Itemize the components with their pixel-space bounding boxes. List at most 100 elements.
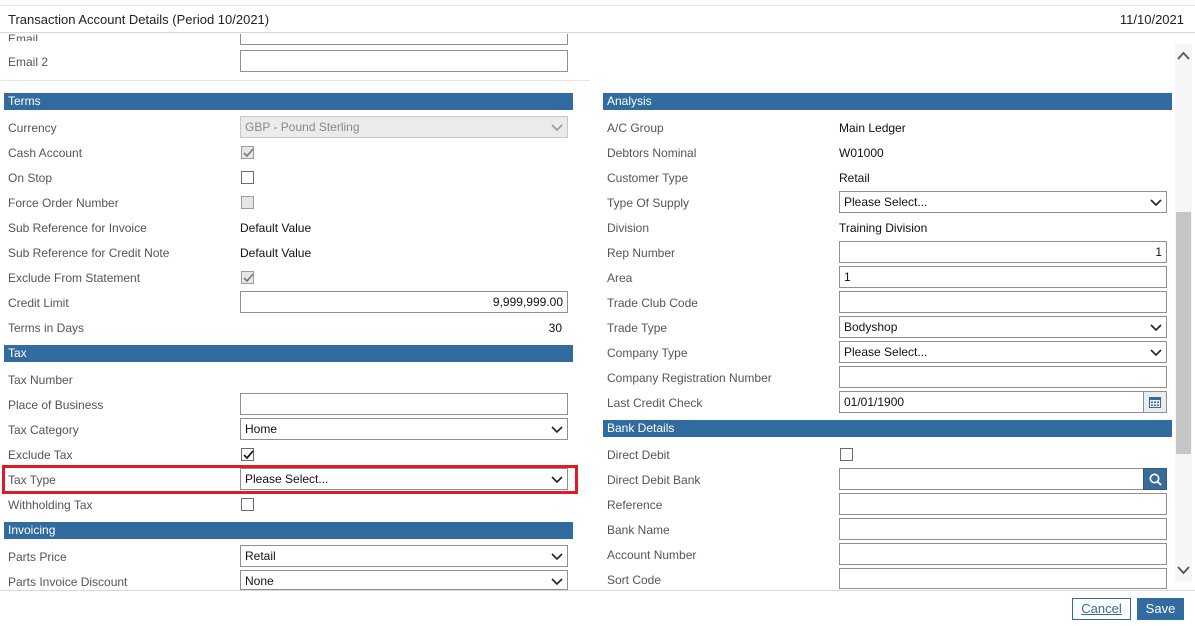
trade-type-value: Bodyshop <box>844 320 898 334</box>
chevron-down-icon <box>551 124 563 132</box>
place-business-label: Place of Business <box>8 398 104 412</box>
tax-category-value: Home <box>245 422 278 436</box>
parts-discount-select[interactable]: None <box>240 570 568 590</box>
email2-label: Email 2 <box>8 55 49 69</box>
dd-bank-search-button[interactable] <box>1143 468 1167 490</box>
on-stop-label: On Stop <box>8 171 53 185</box>
header-date: 11/10/2021 <box>1119 12 1184 27</box>
exclude-tax-checkbox[interactable] <box>241 448 254 461</box>
cancel-button[interactable]: Cancel <box>1072 598 1131 620</box>
email2-field[interactable] <box>240 50 568 72</box>
section-invoicing: Invoicing <box>4 522 573 539</box>
direct-debit-checkbox[interactable] <box>840 448 853 461</box>
credit-limit-field[interactable]: 9,999,999.00 <box>240 291 568 313</box>
trade-club-label: Trade Club Code <box>607 296 698 310</box>
scroll-up-icon[interactable] <box>1177 51 1190 61</box>
chevron-down-icon <box>1150 349 1162 357</box>
tax-type-label: Tax Type <box>8 473 56 487</box>
rep-label: Rep Number <box>607 246 676 260</box>
tax-category-select[interactable]: Home <box>240 418 568 440</box>
customer-type-label: Customer Type <box>607 171 689 185</box>
cash-account-label: Cash Account <box>8 146 83 160</box>
trade-type-label: Trade Type <box>607 321 668 335</box>
place-business-field[interactable] <box>240 393 568 415</box>
currency-label: Currency <box>8 121 57 135</box>
withholding-checkbox[interactable] <box>241 498 254 511</box>
save-button[interactable]: Save <box>1137 598 1184 620</box>
ac-group-value: Main Ledger <box>839 121 906 135</box>
withholding-label: Withholding Tax <box>8 498 93 512</box>
trade-club-field[interactable] <box>839 291 1167 313</box>
parts-price-select[interactable]: Retail <box>240 545 568 567</box>
dd-bank-field[interactable] <box>839 468 1144 490</box>
terms-days-label: Terms in Days <box>8 321 85 335</box>
account-number-label: Account Number <box>607 548 697 562</box>
sort-code-label: Sort Code <box>607 573 662 587</box>
chevron-down-icon <box>551 578 563 586</box>
company-type-select[interactable]: Please Select... <box>839 341 1167 363</box>
debtors-value: W01000 <box>839 146 884 160</box>
dialog-footer <box>0 590 1195 626</box>
company-reg-label: Company Registration Number <box>607 371 772 385</box>
account-number-field[interactable] <box>839 543 1167 565</box>
tax-type-value: Please Select... <box>245 472 329 486</box>
exclude-tax-label: Exclude Tax <box>8 448 73 462</box>
debtors-label: Debtors Nominal <box>607 146 697 160</box>
bank-name-field[interactable] <box>839 518 1167 540</box>
ac-group-label: A/C Group <box>607 121 664 135</box>
sub-ref-invoice-value: Default Value <box>240 221 312 235</box>
reference-field[interactable] <box>839 493 1167 515</box>
check-icon <box>243 273 254 283</box>
supply-label: Type Of Supply <box>607 196 690 210</box>
company-type-label: Company Type <box>607 346 688 360</box>
rep-field[interactable]: 1 <box>839 241 1167 263</box>
parts-price-label: Parts Price <box>8 550 67 564</box>
chevron-down-icon <box>1150 324 1162 332</box>
division-label: Division <box>607 221 650 235</box>
check-icon <box>243 148 254 158</box>
search-icon <box>1149 473 1162 486</box>
calendar-icon <box>1149 397 1161 408</box>
section-bank: Bank Details <box>603 420 1172 437</box>
tax-type-select[interactable]: Please Select... <box>240 468 568 490</box>
tax-number-label: Tax Number <box>8 373 73 387</box>
exclude-statement-checkbox <box>241 271 254 284</box>
division-value: Training Division <box>839 221 928 235</box>
customer-type-value: Retail <box>839 171 870 185</box>
company-reg-field[interactable] <box>839 366 1167 388</box>
bank-name-label: Bank Name <box>607 523 670 537</box>
on-stop-checkbox[interactable] <box>241 171 254 184</box>
credit-limit-label: Credit Limit <box>8 296 69 310</box>
reference-label: Reference <box>607 498 663 512</box>
force-order-label: Force Order Number <box>8 196 119 210</box>
dd-bank-label: Direct Debit Bank <box>607 473 701 487</box>
last-credit-field[interactable]: 01/01/1900 <box>839 391 1144 413</box>
supply-select[interactable]: Please Select... <box>839 191 1167 213</box>
currency-value: GBP - Pound Sterling <box>245 120 360 134</box>
area-label: Area <box>607 271 633 285</box>
sort-code-field[interactable] <box>839 568 1167 589</box>
trade-type-select[interactable]: Bodyshop <box>839 316 1167 338</box>
chevron-down-icon <box>551 426 563 434</box>
check-icon <box>243 450 254 460</box>
cash-account-checkbox <box>241 146 254 159</box>
exclude-statement-label: Exclude From Statement <box>8 271 141 285</box>
sub-ref-invoice-label: Sub Reference for Invoice <box>8 221 147 235</box>
dialog-header: Transaction Account Details (Period 10/2… <box>0 5 1195 33</box>
calendar-button[interactable] <box>1143 391 1167 413</box>
area-field[interactable]: 1 <box>839 266 1167 288</box>
chevron-down-icon <box>551 476 563 484</box>
email-field[interactable] <box>240 34 568 45</box>
chevron-down-icon <box>1150 199 1162 207</box>
section-tax: Tax <box>4 345 573 362</box>
force-order-checkbox <box>241 196 254 209</box>
parts-price-value: Retail <box>245 549 276 563</box>
tax-category-label: Tax Category <box>8 423 79 437</box>
last-credit-label: Last Credit Check <box>607 396 703 410</box>
scroll-down-icon[interactable] <box>1177 565 1190 575</box>
chevron-down-icon <box>551 553 563 561</box>
divider <box>0 80 590 81</box>
scrollbar-thumb[interactable] <box>1176 212 1191 454</box>
dialog-title: Transaction Account Details (Period 10/2… <box>8 12 270 27</box>
section-terms: Terms <box>4 93 573 110</box>
